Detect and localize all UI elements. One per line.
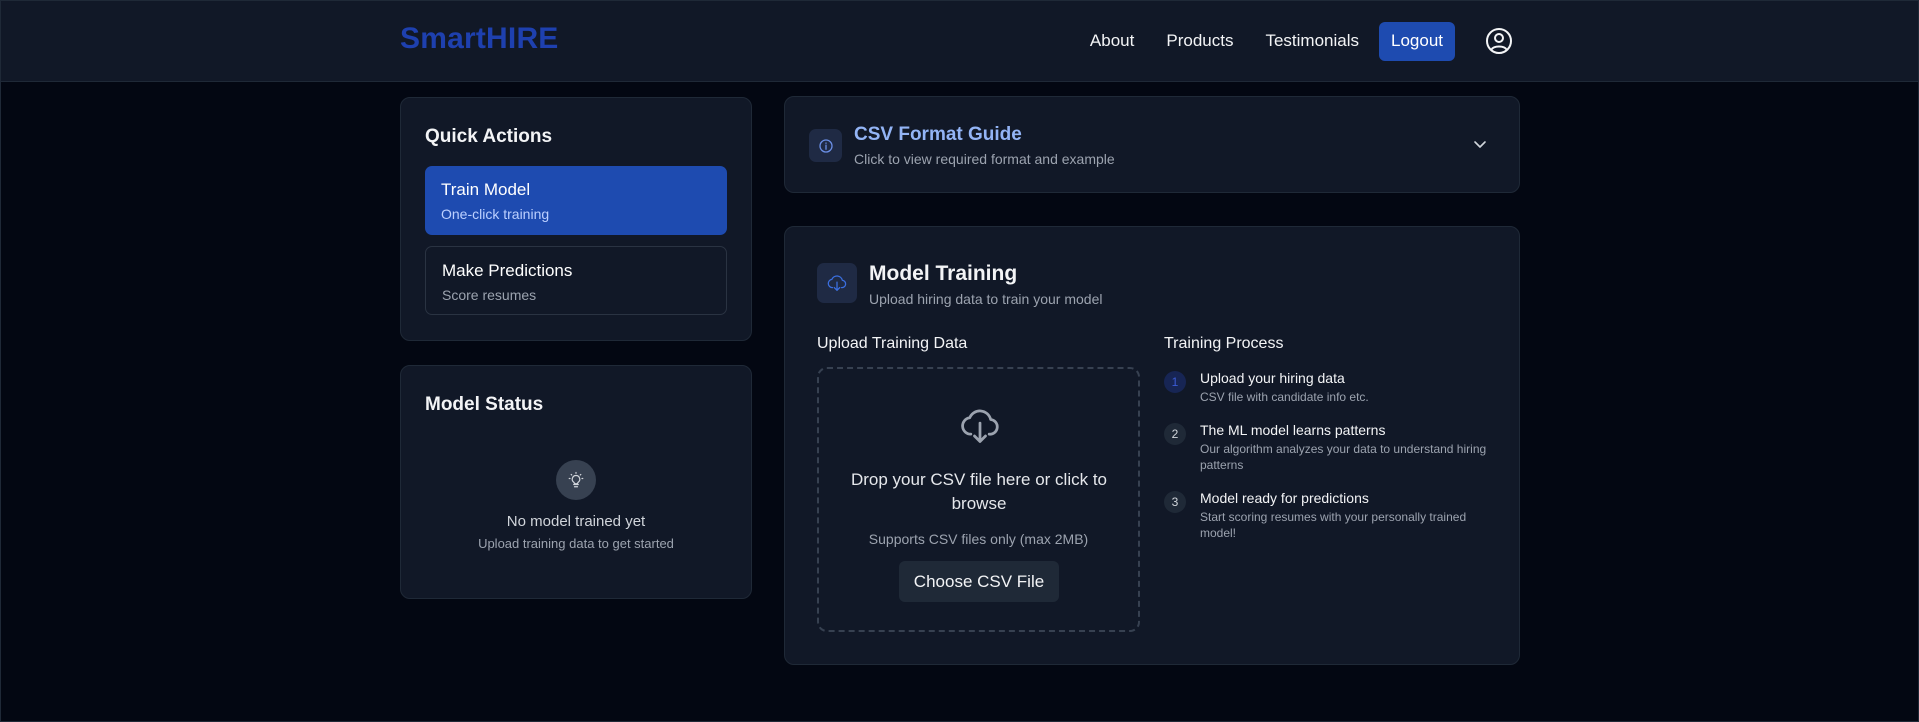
train-model-label: Train Model [441, 180, 531, 199]
model-status-card: Model Status No model trained yet Upload… [400, 365, 752, 599]
step-description: Our algorithm analyzes your data to unde… [1200, 442, 1487, 472]
csv-guide-title: CSV Format Guide [854, 124, 1022, 145]
step-title: Upload your hiring data [1200, 370, 1345, 386]
brand-logo[interactable]: SmartHIRE [400, 22, 559, 56]
model-status-hint: Upload training data to get started [478, 536, 674, 551]
train-model-subtitle: One-click training [441, 206, 550, 222]
logout-button[interactable]: Logout [1379, 21, 1455, 61]
dropzone-hint: Supports CSV files only (max 2MB) [868, 531, 1089, 547]
step-description: Start scoring resumes with your personal… [1200, 510, 1467, 540]
chevron-down-icon[interactable] [1471, 135, 1489, 153]
nav-link-products[interactable]: Products [1166, 31, 1233, 51]
model-status-title: Model Status [425, 394, 544, 415]
brand-hire: HIRE [486, 22, 559, 55]
nav-link-about[interactable]: About [1090, 31, 1134, 51]
step-description: CSV file with candidate info etc. [1200, 390, 1369, 404]
step-title: The ML model learns patterns [1200, 422, 1386, 438]
step-number: 3 [1164, 491, 1186, 513]
make-predictions-label: Make Predictions [442, 261, 573, 280]
csv-guide-subtitle: Click to view required format and exampl… [854, 151, 1115, 167]
csv-dropzone[interactable]: Drop your CSV file here or click to brow… [817, 367, 1140, 632]
lightbulb-icon [556, 460, 596, 500]
model-status-message: No model trained yet [506, 513, 646, 530]
brand-smart: Smart [400, 22, 487, 55]
step-title: Model ready for predictions [1200, 490, 1369, 506]
make-predictions-subtitle: Score resumes [442, 287, 537, 303]
nav-link-testimonials[interactable]: Testimonials [1265, 31, 1359, 51]
info-icon [809, 129, 842, 162]
user-avatar-icon[interactable] [1485, 27, 1513, 55]
model-training-card: Model Training Upload hiring data to tra… [784, 226, 1520, 665]
train-model-button[interactable]: Train Model One-click training [425, 166, 727, 235]
model-training-title: Model Training [869, 262, 1018, 285]
model-training-subtitle: Upload hiring data to train your model [869, 291, 1103, 307]
step-number: 1 [1164, 371, 1186, 393]
make-predictions-button[interactable]: Make Predictions Score resumes [425, 246, 727, 315]
top-navbar: SmartHIRE About Products Testimonials Lo… [0, 0, 1919, 82]
cloud-upload-icon [817, 263, 857, 303]
quick-actions-title: Quick Actions [425, 126, 553, 147]
training-process-heading: Training Process [1164, 335, 1284, 352]
nav-links: About Products Testimonials Logout [1058, 21, 1513, 61]
quick-actions-card: Quick Actions Train Model One-click trai… [400, 97, 752, 341]
step-number: 2 [1164, 423, 1186, 445]
upload-training-data-heading: Upload Training Data [817, 335, 968, 352]
cloud-download-icon [958, 403, 1002, 447]
choose-csv-file-button[interactable]: Choose CSV File [899, 561, 1059, 602]
dropzone-text: Drop your CSV file here or click to brow… [850, 470, 1108, 513]
csv-format-guide-accordion[interactable]: CSV Format Guide Click to view required … [784, 96, 1520, 193]
